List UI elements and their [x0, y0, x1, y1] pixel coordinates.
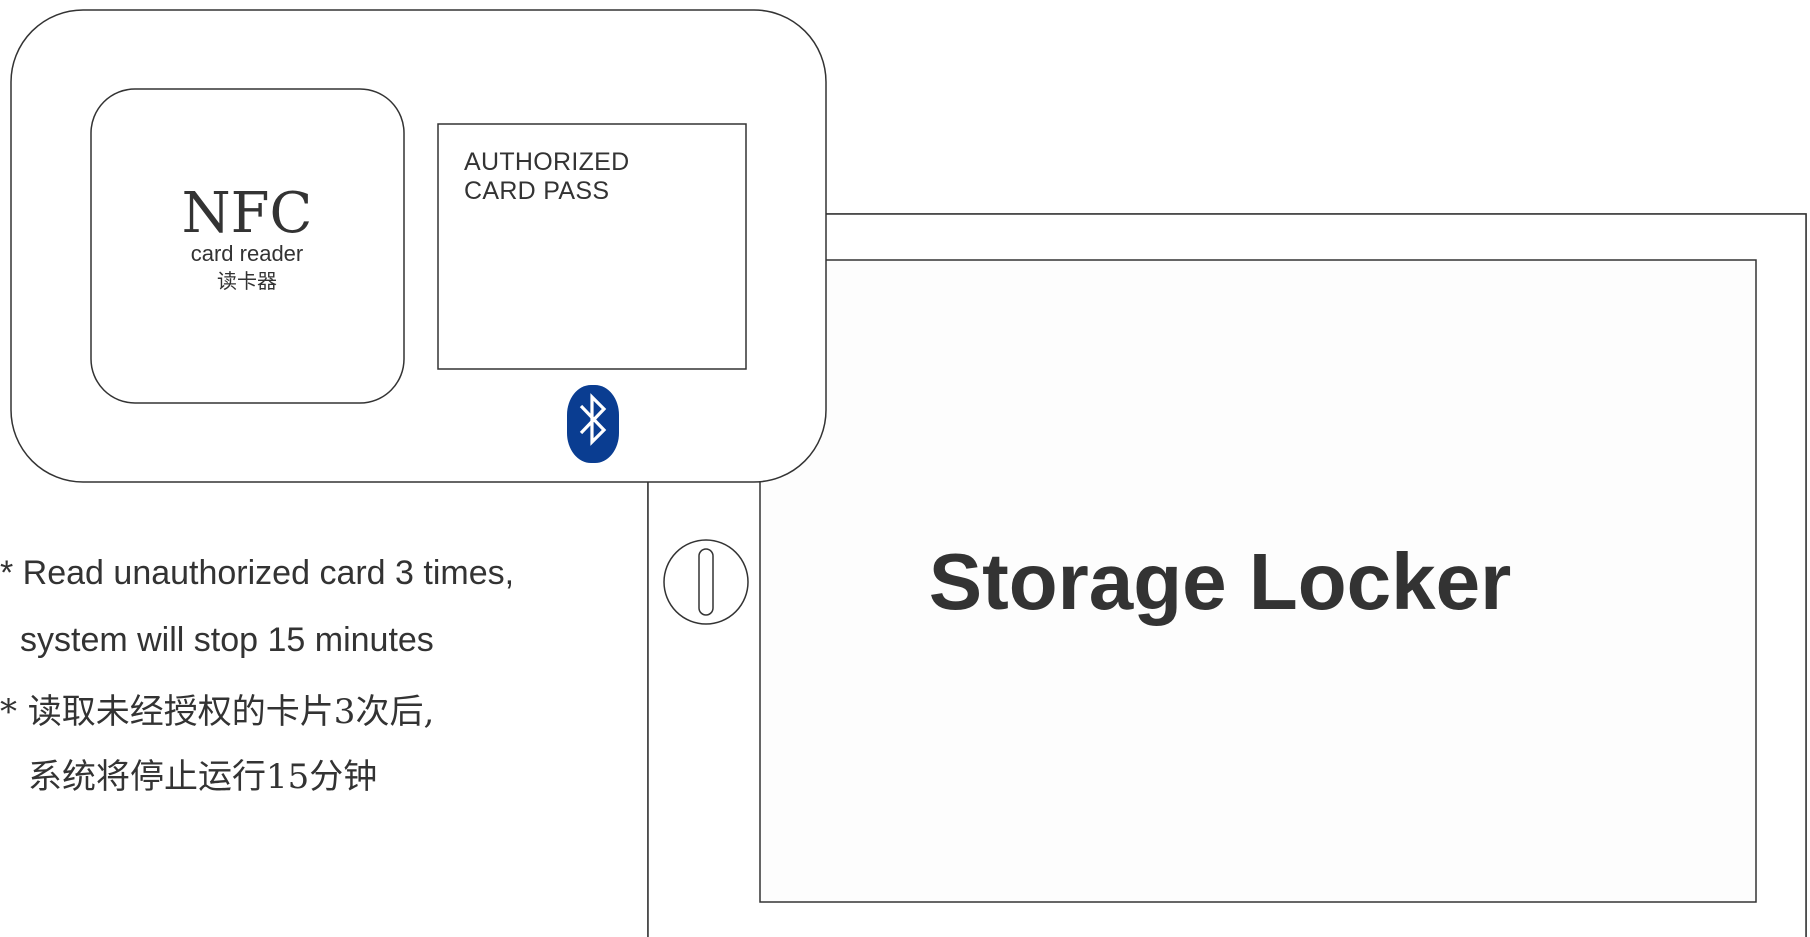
note-chinese-line-2: 系统将停止运行15分钟 — [28, 757, 378, 797]
diagram-canvas: NFC card reader 读卡器 AUTHORIZED CARD PASS… — [0, 0, 1810, 937]
note-english-line-2: system will stop 15 minutes — [20, 621, 434, 659]
nfc-chinese-label: 读卡器 — [217, 269, 277, 293]
authorized-line-2: CARD PASS — [464, 177, 610, 205]
bluetooth-icon — [567, 385, 619, 463]
keyhole-lock-icon[interactable] — [663, 539, 749, 625]
note-english-line-1: * Read unauthorized card 3 times, — [0, 554, 515, 592]
authorized-card-text: AUTHORIZED CARD PASS — [464, 148, 630, 206]
locker-title: Storage Locker — [928, 537, 1512, 626]
note-chinese-line-1: * 读取未经授权的卡片3次后, — [0, 692, 435, 732]
nfc-title: NFC — [181, 181, 313, 246]
authorized-line-1: AUTHORIZED — [464, 148, 630, 176]
nfc-subtitle: card reader — [190, 241, 304, 266]
